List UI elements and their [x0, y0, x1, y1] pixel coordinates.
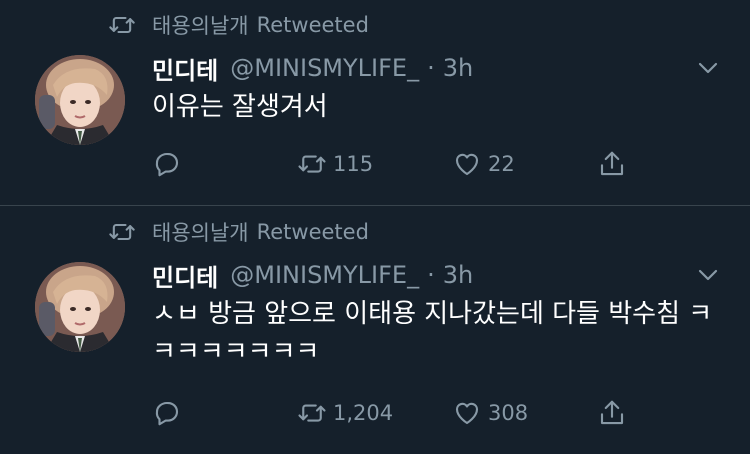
display-name[interactable]: 민디테	[152, 51, 218, 86]
tweet-header: 민디테 @MINISMYLIFE_ · 3h	[152, 257, 473, 293]
chevron-down-icon[interactable]	[696, 58, 720, 78]
separator: ·	[427, 54, 435, 82]
tweet-text: 이유는 잘생겨서	[152, 92, 328, 122]
retweeted-label: Retweeted	[256, 13, 369, 37]
like-count: 22	[488, 152, 515, 176]
retweet-count: 1,204	[333, 401, 394, 425]
tweet-actions: 115 22	[152, 146, 652, 182]
avatar[interactable]	[35, 55, 125, 145]
retweet-context: 태용의날개 Retweeted	[108, 9, 369, 41]
tweet-text: ㅅㅂ 방금 앞으로 이태용 지나갔는데 다들 박수침 ㅋㅋㅋㅋㅋㅋㅋㅋ	[152, 299, 713, 367]
reply-icon	[155, 401, 179, 426]
avatar-image	[35, 262, 125, 352]
tweet-card[interactable]: 태용의날개 Retweeted 민디테 @MINISMYLIFE_ · 3h 이…	[0, 0, 750, 206]
retweet-button[interactable]: 1,204	[297, 395, 393, 431]
tweet-card[interactable]: 태용의날개 Retweeted 민디테 @MINISMYLIFE_ · 3h ㅅ…	[0, 207, 750, 454]
tweet-actions: 1,204 308	[152, 395, 652, 431]
share-button[interactable]	[597, 146, 627, 182]
tweet-header: 민디테 @MINISMYLIFE_ · 3h	[152, 50, 473, 86]
retweet-icon	[109, 16, 135, 34]
like-button[interactable]: 22	[452, 146, 515, 182]
display-name[interactable]: 민디테	[152, 258, 218, 293]
like-icon	[455, 402, 479, 425]
retweet-button[interactable]: 115	[297, 146, 373, 182]
like-icon	[455, 153, 479, 176]
share-icon	[600, 400, 624, 425]
user-handle[interactable]: @MINISMYLIFE_	[230, 261, 419, 289]
chevron-down-icon[interactable]	[696, 265, 720, 285]
share-icon	[600, 151, 624, 176]
retweet-context: 태용의날개 Retweeted	[108, 216, 369, 248]
retweet-icon	[298, 404, 326, 422]
separator: ·	[427, 261, 435, 289]
retweet-icon	[298, 155, 326, 173]
reply-icon	[155, 152, 179, 177]
retweeted-label: Retweeted	[256, 220, 369, 244]
reply-button[interactable]	[152, 395, 182, 431]
avatar[interactable]	[35, 262, 125, 352]
share-button[interactable]	[597, 395, 627, 431]
retweeter-name[interactable]: 태용의날개	[152, 10, 249, 40]
retweet-count: 115	[333, 152, 374, 176]
retweeter-name[interactable]: 태용의날개	[152, 217, 249, 247]
retweet-icon	[109, 223, 135, 241]
like-count: 308	[488, 401, 529, 425]
user-handle[interactable]: @MINISMYLIFE_	[230, 54, 419, 82]
timestamp[interactable]: 3h	[443, 54, 473, 82]
reply-button[interactable]	[152, 146, 182, 182]
avatar-image	[35, 55, 125, 145]
timestamp[interactable]: 3h	[443, 261, 473, 289]
like-button[interactable]: 308	[452, 395, 528, 431]
